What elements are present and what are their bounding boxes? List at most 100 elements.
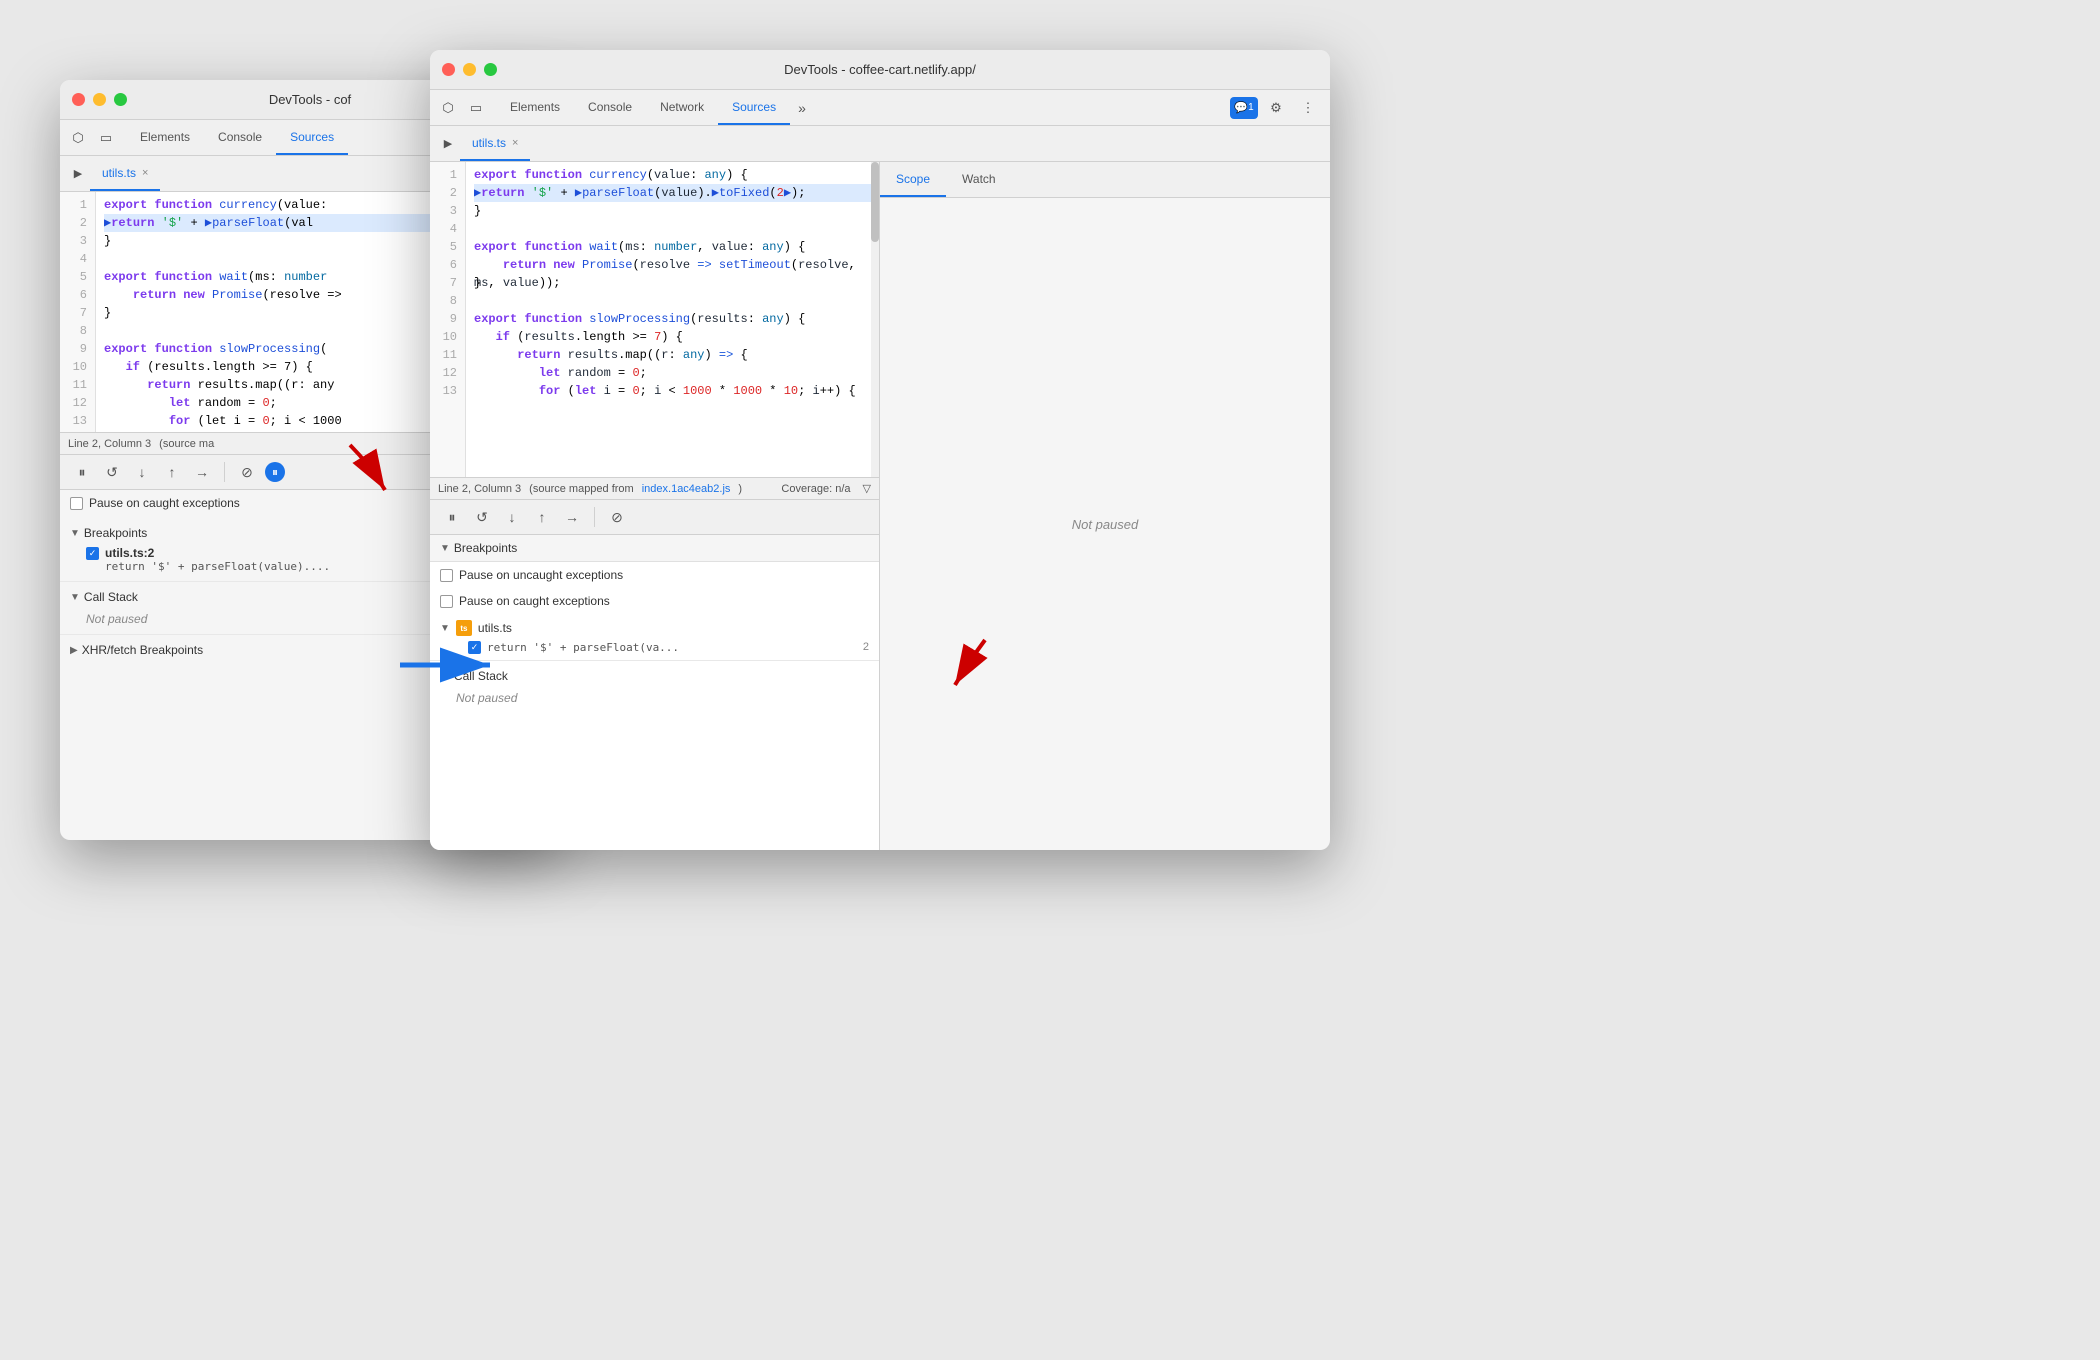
front-resume-button[interactable]: ↺	[470, 505, 494, 529]
front-bp-section-header[interactable]: ▼ Breakpoints	[430, 535, 879, 562]
front-pause-caught-label: Pause on caught exceptions	[459, 594, 610, 608]
bg-pause-caught-label: Pause on caught exceptions	[89, 496, 240, 510]
front-coverage: Coverage: n/a	[781, 483, 850, 495]
front-watch-tab[interactable]: Watch	[946, 162, 1012, 197]
front-left-panel: 1234 5678 910111213 export function curr…	[430, 162, 880, 850]
front-scrollbar-thumb[interactable]	[871, 162, 879, 242]
bg-step-into-button[interactable]: ↑	[160, 460, 184, 484]
front-bp-line-code: return '$' + parseFloat(va...	[487, 641, 857, 654]
front-right-panel: Scope Watch Not paused	[880, 162, 1330, 850]
front-minimize-button[interactable]	[463, 63, 476, 76]
front-tab-close-icon[interactable]: ×	[512, 137, 518, 149]
front-pause-caught-checkbox[interactable]	[440, 595, 453, 608]
front-tab-console[interactable]: Console	[574, 90, 646, 125]
front-tab-elements[interactable]: Elements	[496, 90, 574, 125]
front-debugger-toolbar: ⏸ ↺ ↓ ↑ → ⊘	[430, 499, 879, 535]
bg-traffic-lights	[72, 93, 127, 106]
front-code-lines: export function currency(value: any) { ▶…	[466, 162, 879, 477]
front-bp-line-checkbox[interactable]: ✓	[468, 641, 481, 654]
front-code-area: 1234 5678 910111213 export function curr…	[430, 162, 879, 477]
front-debugger-panel: ▼ Breakpoints Pause on uncaught exceptio…	[430, 535, 879, 850]
front-devtools-window: DevTools - coffee-cart.netlify.app/ ⬡ ▭ …	[430, 50, 1330, 850]
front-cs-arrow-icon: ▼	[440, 671, 450, 682]
bg-minimize-button[interactable]	[93, 93, 106, 106]
front-bp-file-arrow: ▼	[440, 623, 450, 634]
bg-paused-indicator: ⏸	[265, 462, 285, 482]
front-source-link[interactable]: index.1ac4eab2.js	[642, 483, 731, 495]
front-bp-file-row: ▼ ts utils.ts	[440, 618, 869, 638]
bg-device-icon[interactable]: ▭	[92, 120, 120, 155]
front-cursor-position: Line 2, Column 3	[438, 483, 521, 495]
bg-cs-arrow-icon: ▼	[70, 592, 80, 603]
bg-file-tab-utils[interactable]: utils.ts ×	[90, 156, 160, 191]
front-bp-header-label: Breakpoints	[454, 541, 517, 555]
front-pause-uncaught-label: Pause on uncaught exceptions	[459, 568, 623, 582]
front-devtools-tabs: ⬡ ▭ Elements Console Network Sources » 💬…	[430, 90, 1330, 126]
front-pause-uncaught-checkbox[interactable]	[440, 569, 453, 582]
front-call-stack-section: ▼ Call Stack Not paused	[430, 660, 879, 713]
bg-toolbar-divider	[224, 462, 225, 482]
front-layout: DevTools - coffee-cart.netlify.app/ ⬡ ▭ …	[430, 50, 1330, 850]
front-file-tabs: ▶ utils.ts ×	[430, 126, 1330, 162]
bg-tab-close-icon[interactable]: ×	[142, 167, 148, 179]
front-titlebar: DevTools - coffee-cart.netlify.app/	[430, 50, 1330, 90]
front-step-out-button[interactable]: →	[560, 505, 584, 529]
front-bp-arrow-icon: ▼	[440, 543, 450, 554]
bg-maximize-button[interactable]	[114, 93, 127, 106]
bg-resume-button[interactable]: ↺	[100, 460, 124, 484]
bg-window-title: DevTools - cof	[269, 92, 351, 107]
front-scope-tab[interactable]: Scope	[880, 162, 946, 197]
front-file-tab-utils[interactable]: utils.ts ×	[460, 126, 530, 161]
front-call-stack-header[interactable]: ▼ Call Stack	[440, 665, 869, 687]
front-deactivate-button[interactable]: ⊘	[605, 505, 629, 529]
front-pause-uncaught-row: Pause on uncaught exceptions	[430, 562, 879, 588]
bg-cursor-position: Line 2, Column 3	[68, 438, 151, 450]
front-bp-line-row: ✓ return '$' + parseFloat(va... 2	[440, 638, 869, 656]
front-scrollbar[interactable]	[871, 162, 879, 477]
bg-deactivate-button[interactable]: ⊘	[235, 460, 259, 484]
front-source-paren: )	[738, 483, 742, 495]
bg-tab-console[interactable]: Console	[204, 120, 276, 155]
bg-line-numbers: 1234 5678 910111213	[60, 192, 96, 432]
front-file-icon: ts	[456, 620, 472, 636]
front-scope-not-paused: Not paused	[880, 198, 1330, 850]
front-scope-watch-tabs: Scope Watch	[880, 162, 1330, 198]
bg-bp-file: utils.ts:2	[105, 546, 330, 560]
front-maximize-button[interactable]	[484, 63, 497, 76]
front-step-over-button[interactable]: ↓	[500, 505, 524, 529]
front-device-icon[interactable]: ▭	[462, 90, 490, 125]
bg-bp-header-label: Breakpoints	[84, 526, 147, 540]
front-step-into-button[interactable]: ↑	[530, 505, 554, 529]
bg-close-button[interactable]	[72, 93, 85, 106]
front-tab-network[interactable]: Network	[646, 90, 718, 125]
front-tab-sources[interactable]: Sources	[718, 90, 790, 125]
front-window-title: DevTools - coffee-cart.netlify.app/	[784, 62, 976, 77]
front-play-icon[interactable]: ▶	[438, 126, 458, 161]
front-more-options-icon[interactable]: ⋮	[1294, 94, 1322, 122]
front-bp-filename: utils.ts	[478, 621, 512, 635]
front-source-map-text: (source mapped from	[529, 483, 634, 495]
front-comment-button[interactable]: 💬 1	[1230, 97, 1258, 119]
front-more-tabs-button[interactable]: »	[790, 90, 814, 125]
front-bp-line-number: 2	[863, 641, 869, 653]
bg-cursor-icon[interactable]: ⬡	[64, 120, 92, 155]
front-status-bar: Line 2, Column 3 (source mapped from ind…	[430, 477, 879, 499]
bg-step-over-button[interactable]: ↓	[130, 460, 154, 484]
bg-step-out-button[interactable]: →	[190, 460, 214, 484]
bg-tab-elements[interactable]: Elements	[126, 120, 204, 155]
bg-xhr-header-label: XHR/fetch Breakpoints	[82, 643, 203, 657]
front-settings-icon[interactable]: ⚙	[1262, 94, 1290, 122]
bg-bp-code: return '$' + parseFloat(value)....	[105, 560, 330, 573]
bg-bp-checkbox[interactable]: ✓	[86, 547, 99, 560]
front-coverage-icon[interactable]: ▽	[863, 482, 871, 495]
bg-pause-button[interactable]: ⏸	[70, 460, 94, 484]
front-pause-button[interactable]: ⏸	[440, 505, 464, 529]
front-pause-caught-row: Pause on caught exceptions	[430, 588, 879, 614]
front-comment-badge: 1	[1248, 102, 1254, 113]
bg-play-icon[interactable]: ▶	[68, 156, 88, 191]
bg-tab-sources[interactable]: Sources	[276, 120, 348, 155]
bg-xhr-arrow-icon: ▶	[70, 645, 78, 656]
front-close-button[interactable]	[442, 63, 455, 76]
front-cursor-icon[interactable]: ⬡	[434, 90, 462, 125]
bg-pause-caught-checkbox[interactable]	[70, 497, 83, 510]
